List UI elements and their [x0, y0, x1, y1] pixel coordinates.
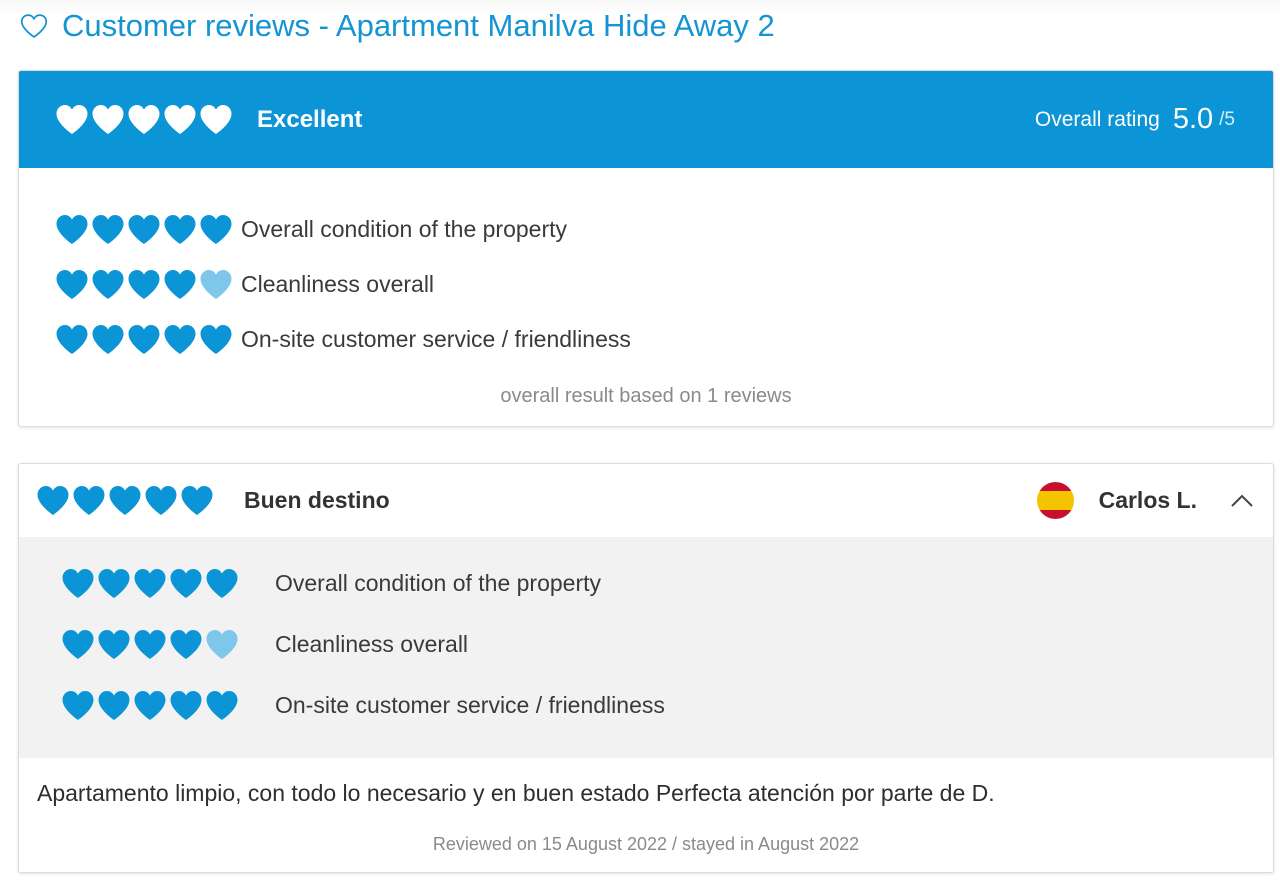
collapse-button[interactable] — [1227, 486, 1257, 516]
summary-header: Excellent Overall rating 5.0 /5 — [19, 71, 1273, 168]
heart-full-icon — [37, 486, 69, 515]
summary-criteria-list: Overall condition of the property Cleanl… — [19, 168, 1273, 367]
criteria-row: On-site customer service / friendliness — [19, 312, 1273, 367]
heart-full-icon — [145, 486, 177, 515]
page-title-text: Customer reviews - Apartment Manilva Hid… — [62, 8, 775, 43]
heart-full-icon — [128, 215, 160, 244]
reviews-page: Customer reviews - Apartment Manilva Hid… — [0, 0, 1280, 883]
reviewer-name: Carlos L. — [1098, 487, 1197, 513]
overall-rating: Overall rating 5.0 /5 — [1035, 71, 1235, 168]
criteria-label: On-site customer service / friendliness — [275, 692, 665, 718]
summary-verdict: Excellent — [257, 105, 363, 133]
heart-full-icon — [56, 215, 88, 244]
overall-rating-score: 5.0 — [1172, 103, 1214, 135]
criteria-hearts — [55, 324, 235, 355]
heart-full-icon — [206, 691, 238, 720]
heart-full-icon — [164, 325, 196, 354]
heart-full-icon — [128, 270, 160, 299]
criteria-hearts — [55, 269, 235, 300]
heart-full-icon — [134, 691, 166, 720]
heart-full-icon — [56, 270, 88, 299]
heart-empty-icon — [200, 270, 232, 299]
heart-full-icon — [56, 325, 88, 354]
heart-full-icon — [109, 486, 141, 515]
heart-empty-icon — [206, 630, 238, 659]
heart-full-icon — [128, 105, 160, 134]
review-header[interactable]: Buen destino Carlos L. — [19, 464, 1273, 537]
summary-footer: overall result based on 1 reviews — [500, 385, 792, 407]
criteria-row: Overall condition of the property — [19, 553, 1273, 614]
heart-full-icon — [92, 105, 124, 134]
heart-full-icon — [170, 630, 202, 659]
heart-full-icon — [134, 630, 166, 659]
heart-full-icon — [200, 215, 232, 244]
heart-full-icon — [62, 630, 94, 659]
heart-full-icon — [200, 325, 232, 354]
criteria-hearts — [61, 690, 241, 721]
review-title: Buen destino — [244, 487, 390, 513]
heart-full-icon — [206, 569, 238, 598]
review-meta: Reviewed on 15 August 2022 / stayed in A… — [432, 834, 860, 854]
heart-full-icon — [73, 486, 105, 515]
heart-full-icon — [92, 270, 124, 299]
heart-outline-icon — [20, 14, 48, 38]
page-title: Customer reviews - Apartment Manilva Hid… — [20, 6, 775, 46]
spain-flag-icon — [1036, 482, 1074, 519]
heart-full-icon — [56, 105, 88, 134]
criteria-label: Cleanliness overall — [275, 631, 469, 657]
reviewer: Carlos L. — [1036, 464, 1273, 537]
review-text: Apartamento limpio, con todo lo necesari… — [37, 780, 995, 806]
heart-full-icon — [200, 105, 232, 134]
heart-full-icon — [164, 270, 196, 299]
heart-full-icon — [98, 691, 130, 720]
heart-full-icon — [164, 105, 196, 134]
criteria-hearts — [55, 214, 235, 245]
review-criteria-list: Overall condition of the property Cleanl… — [19, 537, 1273, 758]
criteria-row: Cleanliness overall — [19, 257, 1273, 312]
heart-full-icon — [92, 215, 124, 244]
heart-full-icon — [98, 630, 130, 659]
criteria-label: Overall condition of the property — [275, 570, 602, 596]
heart-full-icon — [164, 215, 196, 244]
criteria-row: Overall condition of the property — [19, 202, 1273, 257]
criteria-hearts — [61, 629, 241, 660]
heart-full-icon — [134, 569, 166, 598]
criteria-label: Overall condition of the property — [241, 216, 568, 242]
review-card: Buen destino Carlos L. Overall condition… — [18, 463, 1274, 873]
heart-full-icon — [98, 569, 130, 598]
heart-full-icon — [170, 691, 202, 720]
rating-summary-card: Excellent Overall rating 5.0 /5 Overall … — [18, 70, 1274, 427]
review-hearts — [36, 485, 216, 516]
heart-full-icon — [128, 325, 160, 354]
criteria-hearts — [61, 568, 241, 599]
overall-rating-label: Overall rating — [1034, 107, 1160, 131]
heart-full-icon — [92, 325, 124, 354]
criteria-label: On-site customer service / friendliness — [241, 326, 631, 352]
chevron-up-icon — [1231, 494, 1253, 507]
heart-full-icon — [62, 569, 94, 598]
heart-full-icon — [62, 691, 94, 720]
criteria-label: Cleanliness overall — [241, 271, 435, 297]
criteria-row: On-site customer service / friendliness — [19, 675, 1273, 736]
heart-full-icon — [181, 486, 213, 515]
summary-hearts — [55, 104, 235, 135]
overall-rating-max: /5 — [1219, 108, 1235, 130]
heart-full-icon — [170, 569, 202, 598]
criteria-row: Cleanliness overall — [19, 614, 1273, 675]
